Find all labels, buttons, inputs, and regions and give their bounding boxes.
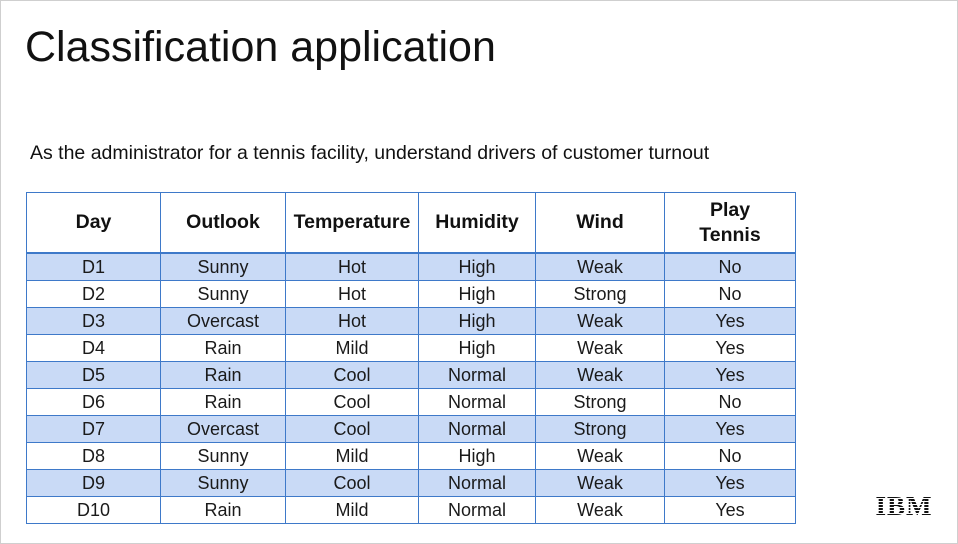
table-row: D4 Rain Mild High Weak Yes xyxy=(26,334,796,362)
cell-play-tennis: No xyxy=(664,252,796,281)
table-row: D10 Rain Mild Normal Weak Yes xyxy=(26,496,796,524)
cell-play-tennis: Yes xyxy=(664,361,796,389)
table-row: D2 Sunny Hot High Strong No xyxy=(26,280,796,308)
header-outlook: Outlook xyxy=(160,192,286,254)
cell-humidity: Normal xyxy=(418,415,536,443)
cell-humidity: Normal xyxy=(418,361,536,389)
cell-temperature: Cool xyxy=(285,388,419,416)
cell-temperature: Cool xyxy=(285,469,419,497)
table-row: D3 Overcast Hot High Weak Yes xyxy=(26,307,796,335)
header-day: Day xyxy=(26,192,161,254)
cell-outlook: Sunny xyxy=(160,280,286,308)
cell-day: D10 xyxy=(26,496,161,524)
cell-play-tennis: No xyxy=(664,280,796,308)
cell-humidity: High xyxy=(418,307,536,335)
cell-wind: Weak xyxy=(535,334,665,362)
cell-wind: Strong xyxy=(535,388,665,416)
cell-day: D2 xyxy=(26,280,161,308)
cell-play-tennis: Yes xyxy=(664,334,796,362)
cell-outlook: Overcast xyxy=(160,415,286,443)
cell-temperature: Hot xyxy=(285,307,419,335)
slide: Classification application As the admini… xyxy=(0,0,958,544)
cell-humidity: High xyxy=(418,252,536,281)
cell-wind: Strong xyxy=(535,415,665,443)
cell-outlook: Sunny xyxy=(160,442,286,470)
cell-day: D1 xyxy=(26,252,161,281)
cell-humidity: Normal xyxy=(418,388,536,416)
cell-outlook: Sunny xyxy=(160,252,286,281)
cell-wind: Weak xyxy=(535,361,665,389)
cell-wind: Weak xyxy=(535,252,665,281)
table-row: D7 Overcast Cool Normal Strong Yes xyxy=(26,415,796,443)
cell-day: D8 xyxy=(26,442,161,470)
cell-temperature: Hot xyxy=(285,280,419,308)
cell-day: D4 xyxy=(26,334,161,362)
cell-day: D7 xyxy=(26,415,161,443)
header-temperature: Temperature xyxy=(285,192,419,254)
table-row: D1 Sunny Hot High Weak No xyxy=(26,252,796,281)
header-humidity: Humidity xyxy=(418,192,536,254)
cell-day: D5 xyxy=(26,361,161,389)
header-wind: Wind xyxy=(535,192,665,254)
tennis-data-table: Day Outlook Temperature Humidity Wind Pl… xyxy=(26,192,796,524)
cell-play-tennis: Yes xyxy=(664,496,796,524)
cell-humidity: Normal xyxy=(418,496,536,524)
cell-outlook: Rain xyxy=(160,361,286,389)
cell-day: D9 xyxy=(26,469,161,497)
cell-temperature: Mild xyxy=(285,334,419,362)
cell-play-tennis: No xyxy=(664,442,796,470)
cell-outlook: Sunny xyxy=(160,469,286,497)
table-row: D6 Rain Cool Normal Strong No xyxy=(26,388,796,416)
cell-play-tennis: Yes xyxy=(664,307,796,335)
table-header-row: Day Outlook Temperature Humidity Wind Pl… xyxy=(26,192,796,254)
header-play-tennis: Play Tennis xyxy=(664,192,796,254)
cell-outlook: Rain xyxy=(160,388,286,416)
slide-subtitle: As the administrator for a tennis facili… xyxy=(30,142,710,164)
cell-wind: Weak xyxy=(535,307,665,335)
cell-outlook: Rain xyxy=(160,496,286,524)
cell-play-tennis: Yes xyxy=(664,415,796,443)
ibm-logo: IBM xyxy=(876,491,933,520)
cell-temperature: Cool xyxy=(285,361,419,389)
cell-humidity: Normal xyxy=(418,469,536,497)
cell-humidity: High xyxy=(418,334,536,362)
cell-wind: Strong xyxy=(535,280,665,308)
table-row: D8 Sunny Mild High Weak No xyxy=(26,442,796,470)
cell-wind: Weak xyxy=(535,496,665,524)
cell-play-tennis: No xyxy=(664,388,796,416)
cell-humidity: High xyxy=(418,442,536,470)
cell-play-tennis: Yes xyxy=(664,469,796,497)
cell-day: D6 xyxy=(26,388,161,416)
ibm-logo-text: IBM xyxy=(876,491,933,520)
cell-outlook: Rain xyxy=(160,334,286,362)
cell-temperature: Mild xyxy=(285,496,419,524)
cell-temperature: Mild xyxy=(285,442,419,470)
cell-temperature: Hot xyxy=(285,252,419,281)
table-row: D5 Rain Cool Normal Weak Yes xyxy=(26,361,796,389)
cell-humidity: High xyxy=(418,280,536,308)
cell-wind: Weak xyxy=(535,442,665,470)
cell-temperature: Cool xyxy=(285,415,419,443)
table-row: D9 Sunny Cool Normal Weak Yes xyxy=(26,469,796,497)
slide-title: Classification application xyxy=(25,23,496,71)
cell-day: D3 xyxy=(26,307,161,335)
cell-wind: Weak xyxy=(535,469,665,497)
cell-outlook: Overcast xyxy=(160,307,286,335)
